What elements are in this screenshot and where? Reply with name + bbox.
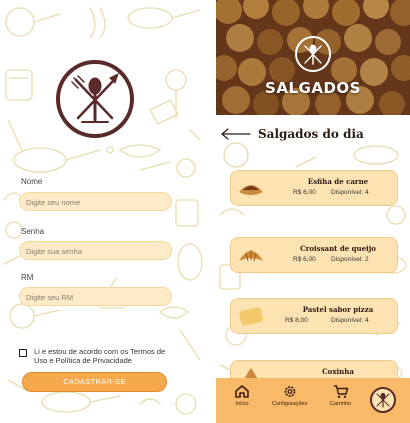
croissant-image	[239, 250, 263, 262]
cutlery-logo-icon	[295, 36, 331, 72]
gear-icon	[284, 386, 296, 397]
section-title: Salgados do dia	[258, 127, 364, 141]
rm-input[interactable]: Digite seu RM	[19, 287, 172, 306]
product-card[interactable]: Croissant de queijo R$ 6,00 Disponível: …	[230, 237, 398, 273]
rm-placeholder: Digite seu RM	[26, 293, 74, 302]
nav-cart[interactable]: Carrinho	[330, 384, 351, 407]
cart-icon	[333, 385, 348, 398]
product-price: R$ 8,00	[285, 317, 308, 324]
password-label: Senha	[21, 227, 45, 236]
product-price: R$ 6,00	[293, 189, 316, 196]
product-availability: Disponível: 4	[331, 317, 369, 324]
password-input[interactable]: Digite sua senha	[19, 241, 172, 260]
product-price: R$ 6,00	[293, 256, 316, 263]
product-availability: Disponível: 4	[331, 189, 369, 196]
nav-settings[interactable]: Configurações	[272, 384, 307, 407]
product-name: Esfiha de carne	[307, 177, 369, 186]
nav-home-label: Início	[235, 401, 249, 407]
rm-label: RM	[21, 273, 34, 282]
product-name: Croissant de queijo	[300, 244, 376, 253]
bottom-navbar: Início Configurações Carrinho	[216, 378, 410, 423]
product-availability: Disponível: 2	[331, 256, 369, 263]
terms-checkbox[interactable]	[19, 349, 27, 357]
home-icon	[235, 385, 249, 398]
product-card[interactable]: Esfiha de carne R$ 6,00 Disponível: 4	[230, 170, 398, 206]
nav-cart-label: Carrinho	[330, 401, 352, 407]
hero-title: SALGADOS	[265, 79, 361, 97]
menu-screen: SALGADOS Salgados do dia Esfiha de carne…	[216, 0, 410, 423]
nav-home[interactable]: Início	[234, 384, 250, 407]
name-label: Nome	[21, 177, 43, 186]
back-arrow-icon[interactable]	[220, 128, 252, 140]
hero-banner: SALGADOS	[216, 0, 410, 115]
cutlery-logo-icon[interactable]	[370, 387, 396, 413]
product-card[interactable]: Pastel sabor pizza R$ 8,00 Disponível: 4	[230, 298, 398, 334]
pastel-image	[239, 307, 263, 326]
terms-text: Li e estou de acordo com os Termos de Us…	[34, 347, 166, 365]
name-placeholder: Digite seu nome	[26, 198, 81, 207]
cutlery-logo-icon	[56, 60, 134, 138]
product-name: Coxinha	[322, 367, 354, 376]
name-input[interactable]: Digite seu nome	[19, 192, 172, 211]
signup-screen: Nome Digite seu nome Senha Digite sua se…	[0, 0, 204, 423]
product-name: Pastel sabor pizza	[302, 305, 374, 314]
nav-settings-label: Configurações	[272, 401, 308, 407]
password-placeholder: Digite sua senha	[26, 247, 82, 256]
signup-button[interactable]: CADASTRAR-SE	[22, 372, 167, 392]
esfiha-image	[239, 185, 263, 195]
